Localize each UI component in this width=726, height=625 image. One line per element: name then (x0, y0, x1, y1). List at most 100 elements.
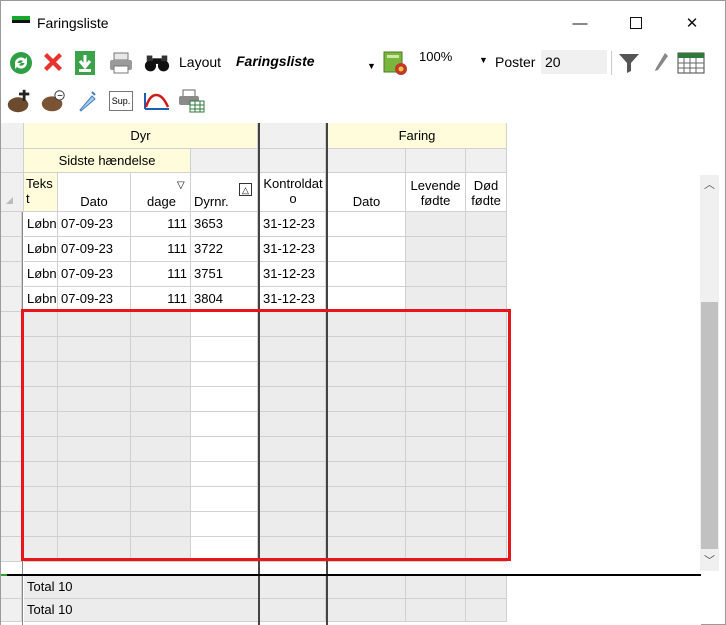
cell-empty[interactable] (58, 337, 131, 362)
cell-empty[interactable] (131, 537, 191, 562)
cell-empty[interactable] (328, 462, 406, 487)
binoculars-icon[interactable] (143, 49, 171, 77)
row-header-cell[interactable] (1, 262, 22, 287)
cell-empty[interactable] (328, 337, 406, 362)
row-header-cell[interactable] (1, 437, 22, 462)
cell-empty[interactable] (58, 387, 131, 412)
cell-kontrol[interactable]: 31-12-23 (260, 237, 326, 262)
cell-empty[interactable] (466, 487, 507, 512)
cell-dato[interactable]: 07-09-23 (58, 262, 131, 287)
row-header-cell[interactable] (1, 212, 22, 237)
cell-empty[interactable] (260, 412, 326, 437)
cell-empty[interactable] (328, 262, 406, 287)
scroll-thumb[interactable] (701, 302, 718, 549)
cell-empty[interactable] (58, 512, 131, 537)
calendar-grid-icon[interactable] (677, 49, 705, 77)
row-header-cell[interactable] (1, 412, 22, 437)
cell-empty[interactable] (131, 512, 191, 537)
cell-empty[interactable] (131, 387, 191, 412)
cell-kontrol[interactable]: 31-12-23 (260, 262, 326, 287)
cell-empty[interactable] (131, 362, 191, 387)
cell-empty[interactable] (58, 462, 131, 487)
cell-empty[interactable] (466, 237, 507, 262)
cell-empty[interactable] (24, 512, 58, 537)
cell-empty[interactable] (406, 312, 466, 337)
cell-empty[interactable] (466, 312, 507, 337)
column-header-kontroldato[interactable]: Kontroldat o (260, 173, 326, 212)
cell-dyrnr[interactable]: 3751 (191, 262, 258, 287)
column-header-dod-fodte[interactable]: Død fødte (466, 173, 507, 212)
syringe-icon[interactable] (73, 87, 101, 115)
cell-empty[interactable] (466, 212, 507, 237)
cell-dyrnr[interactable]: 3722 (191, 237, 258, 262)
delete-icon[interactable] (39, 49, 67, 77)
row-header-cell[interactable] (1, 312, 22, 337)
cell-empty[interactable] (24, 312, 58, 337)
cell-empty[interactable] (58, 312, 131, 337)
cell-empty[interactable] (260, 387, 326, 412)
row-header-cell[interactable] (1, 337, 22, 362)
column-header-dyrnr[interactable]: Dyrnr. △ (191, 173, 258, 212)
column-header-dage[interactable]: dage ▽ (131, 173, 191, 212)
cell-empty[interactable] (406, 537, 466, 562)
cell-empty[interactable] (260, 337, 326, 362)
cell-empty[interactable] (406, 362, 466, 387)
cell-empty[interactable] (24, 487, 58, 512)
cell-empty[interactable] (466, 262, 507, 287)
cell-empty[interactable] (58, 412, 131, 437)
cell-dyrnr[interactable]: 3653 (191, 212, 258, 237)
row-header-cell[interactable] (1, 387, 22, 412)
cell-empty[interactable] (58, 362, 131, 387)
cell-empty[interactable] (406, 287, 466, 312)
column-header-levende-fodte[interactable]: Levende fødte (406, 173, 466, 212)
cell-empty[interactable] (260, 362, 326, 387)
cell-empty[interactable] (191, 512, 258, 537)
cell-empty[interactable] (260, 462, 326, 487)
cell-empty[interactable] (131, 312, 191, 337)
download-icon[interactable] (71, 49, 99, 77)
cell-empty[interactable] (24, 437, 58, 462)
row-header-cell[interactable] (1, 512, 22, 537)
cell-empty[interactable] (406, 212, 466, 237)
cell-dage[interactable]: 111 (131, 287, 191, 312)
cell-empty[interactable] (466, 412, 507, 437)
cell-empty[interactable] (406, 237, 466, 262)
cell-empty[interactable] (328, 387, 406, 412)
cell-tekst[interactable]: Løbn (24, 212, 58, 237)
cell-empty[interactable] (406, 387, 466, 412)
column-header-faring-dato[interactable]: Dato (328, 173, 406, 212)
cell-empty[interactable] (260, 437, 326, 462)
row-header-cell[interactable] (1, 287, 22, 312)
scroll-up-icon[interactable]: ︿ (700, 175, 719, 195)
cell-empty[interactable] (24, 337, 58, 362)
cell-empty[interactable] (466, 287, 507, 312)
cell-empty[interactable] (328, 512, 406, 537)
row-header-cell[interactable] (1, 362, 22, 387)
cell-empty[interactable] (260, 312, 326, 337)
cell-empty[interactable] (406, 462, 466, 487)
cell-empty[interactable] (131, 462, 191, 487)
cell-dato[interactable]: 07-09-23 (58, 212, 131, 237)
row-header-cell[interactable] (1, 237, 22, 262)
cell-dato[interactable]: 07-09-23 (58, 287, 131, 312)
cell-empty[interactable] (406, 512, 466, 537)
curve-chart-icon[interactable] (143, 87, 171, 115)
cell-empty[interactable] (24, 537, 58, 562)
cell-empty[interactable] (191, 462, 258, 487)
cell-empty[interactable] (328, 312, 406, 337)
cell-tekst[interactable]: Løbn (24, 237, 58, 262)
cell-empty[interactable] (191, 362, 258, 387)
cell-empty[interactable] (131, 412, 191, 437)
chevron-down-icon[interactable]: ▼ (367, 61, 376, 71)
cell-empty[interactable] (328, 237, 406, 262)
cell-empty[interactable] (328, 412, 406, 437)
settings-book-icon[interactable] (381, 49, 409, 77)
cell-empty[interactable] (58, 487, 131, 512)
cell-kontrol[interactable]: 31-12-23 (260, 212, 326, 237)
cell-empty[interactable] (466, 512, 507, 537)
cell-empty[interactable] (328, 287, 406, 312)
zoom-chevron-icon[interactable]: ▼ (479, 55, 488, 65)
row-header-cell[interactable] (1, 462, 22, 487)
cell-empty[interactable] (191, 337, 258, 362)
cell-empty[interactable] (191, 537, 258, 562)
